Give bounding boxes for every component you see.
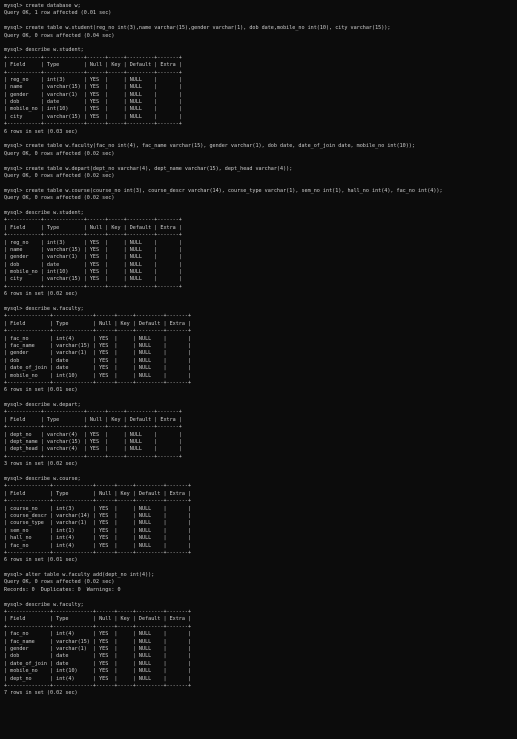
table-border: +--------------+-------------+------+---… xyxy=(4,328,192,335)
table-row: | hall_no | int(4) | YES | | NULL | | xyxy=(4,535,192,542)
table-border: +-----------+-------------+------+-----+… xyxy=(4,232,182,239)
command-line: mysql> describe w.depart; xyxy=(4,402,81,409)
table-header: | Field | Type | Null | Key | Default | … xyxy=(4,416,182,423)
table-row: | city | varchar(15) | YES | | NULL | | xyxy=(4,113,182,120)
table-row: | dept_head | varchar(4) | YES | | NULL … xyxy=(4,446,182,453)
terminal-window[interactable]: mysql> create database w; Query OK, 1 row… xyxy=(0,0,517,739)
output-line: Query OK, 1 row affected (0.01 sec) xyxy=(4,10,112,17)
output-line: Query OK, 0 rows affected (0.02 sec) xyxy=(4,172,115,179)
table-border: +--------------+-------------+------+---… xyxy=(4,313,192,320)
table-row: | city | varchar(15) | YES | | NULL | | xyxy=(4,276,182,283)
table-header: | Field | Type | Null | Key | Default | … xyxy=(4,490,192,497)
table-row: | gender | varchar(1) | YES | | NULL | | xyxy=(4,254,182,261)
table-border: +-----------+-------------+------+-----+… xyxy=(4,217,182,224)
table-row: | fac_name | varchar(15) | YES | | NULL … xyxy=(4,342,192,349)
table-border: +-----------+-------------+------+-----+… xyxy=(4,453,182,460)
table-border: +--------------+-------------+------+---… xyxy=(4,379,192,386)
table-border: +--------------+-------------+------+---… xyxy=(4,682,192,689)
output-line: Query OK, 0 rows affected (0.02 sec) xyxy=(4,195,115,202)
table-border: +-----------+-------------+------+-----+… xyxy=(4,424,182,431)
command-line: mysql> describe w.faculty; xyxy=(4,306,84,313)
table-row: | dob | date | YES | | NULL | | xyxy=(4,99,182,106)
table-row: | fac_name | varchar(15) | YES | | NULL … xyxy=(4,638,192,645)
table-row: | name | varchar(15) | YES | | NULL | | xyxy=(4,246,182,253)
table-row: | course_type | varchar(1) | YES | | NUL… xyxy=(4,520,192,527)
table-border: +--------------+-------------+------+---… xyxy=(4,498,192,505)
table-row: | fac_no | int(4) | YES | | NULL | | xyxy=(4,542,192,549)
table-border: +--------------+-------------+------+---… xyxy=(4,623,192,630)
table-border: +-----------+-------------+------+-----+… xyxy=(4,283,182,290)
table-row: | dob | date | YES | | NULL | | xyxy=(4,357,192,364)
table-row: | course_descr | varchar(14) | YES | | N… xyxy=(4,512,192,519)
table-row: | dept_no | varchar(4) | YES | | NULL | … xyxy=(4,431,182,438)
command-line: mysql> alter table w.faculty add(dept_no… xyxy=(4,572,155,579)
table-row: | dept_name | varchar(15) | YES | | NULL… xyxy=(4,439,182,446)
table-header: | Field | Type | Null | Key | Default | … xyxy=(4,224,182,231)
output-line: 3 rows in set (0.02 sec) xyxy=(4,461,78,468)
command-line: mysql> describe w.student; xyxy=(4,47,84,54)
table-border: +-----------+-------------+------+-----+… xyxy=(4,121,182,128)
table-row: | reg_no | int(3) | YES | | NULL | | xyxy=(4,239,182,246)
table-border: +--------------+-------------+------+---… xyxy=(4,609,192,616)
command-line: mysql> create database w; xyxy=(4,3,81,9)
table-row: | fac_no | int(4) | YES | | NULL | | xyxy=(4,631,192,638)
command-line: mysql> create table w.depart(dept_no var… xyxy=(4,165,293,172)
table-border: +--------------+-------------+------+---… xyxy=(4,483,192,490)
table-row: | sem_no | int(1) | YES | | NULL | | xyxy=(4,527,192,534)
table-row: | name | varchar(15) | YES | | NULL | | xyxy=(4,84,182,91)
table-row: | gender | varchar(1) | YES | | NULL | | xyxy=(4,350,192,357)
table-row: | mobile_no | int(10) | YES | | NULL | | xyxy=(4,106,182,113)
output-line: Query OK, 0 rows affected (0.02 sec) xyxy=(4,150,115,157)
table-row: | course_no | int(3) | YES | | NULL | | xyxy=(4,505,192,512)
output-line: 6 rows in set (0.01 sec) xyxy=(4,557,78,564)
output-line: 7 rows in set (0.02 sec) xyxy=(4,690,78,697)
table-row: | mobile_no | int(10) | YES | | NULL | | xyxy=(4,668,192,675)
output-line: 6 rows in set (0.01 sec) xyxy=(4,387,78,394)
table-row: | dept_no | int(4) | YES | | NULL | | xyxy=(4,675,192,682)
table-border: +-----------+-------------+------+-----+… xyxy=(4,54,182,61)
table-row: | gender | varchar(1) | YES | | NULL | | xyxy=(4,645,192,652)
output-line: Records: 0 Duplicates: 0 Warnings: 0 xyxy=(4,586,121,593)
table-row: | mobile_no | int(10) | YES | | NULL | | xyxy=(4,372,192,379)
table-row: | dob | date | YES | | NULL | | xyxy=(4,653,192,660)
command-line: mysql> describe w.course; xyxy=(4,476,81,482)
table-row: | gender | varchar(1) | YES | | NULL | | xyxy=(4,91,182,98)
command-line: mysql> create table w.student(reg_no int… xyxy=(4,25,391,32)
output-line: 6 rows in set (0.03 sec) xyxy=(4,128,78,135)
output-line: Query OK, 0 rows affected (0.02 sec) xyxy=(4,579,115,586)
table-row: | date_of_join | date | YES | | NULL | | xyxy=(4,660,192,667)
output-line: 6 rows in set (0.02 sec) xyxy=(4,291,78,298)
command-line: mysql> create table w.faculty(fac_no int… xyxy=(4,143,415,150)
command-line: mysql> describe w.faculty; xyxy=(4,601,84,608)
command-line: mysql> describe w.student; xyxy=(4,209,84,216)
table-row: | fac_no | int(4) | YES | | NULL | | xyxy=(4,335,192,342)
table-row: | date_of_join | date | YES | | NULL | | xyxy=(4,365,192,372)
command-line: mysql> create table w.course(course_no i… xyxy=(4,187,443,194)
table-header: | Field | Type | Null | Key | Default | … xyxy=(4,616,192,623)
table-border: +-----------+-------------+------+-----+… xyxy=(4,409,182,416)
table-border: +--------------+-------------+------+---… xyxy=(4,549,192,556)
table-border: +-----------+-------------+------+-----+… xyxy=(4,69,182,76)
table-row: | dob | date | YES | | NULL | | xyxy=(4,261,182,268)
table-header: | Field | Type | Null | Key | Default | … xyxy=(4,320,192,327)
table-row: | mobile_no | int(10) | YES | | NULL | | xyxy=(4,269,182,276)
table-row: | reg_no | int(3) | YES | | NULL | | xyxy=(4,76,182,83)
table-header: | Field | Type | Null | Key | Default | … xyxy=(4,62,182,69)
output-line: Query OK, 0 rows affected (0.04 sec) xyxy=(4,32,115,39)
